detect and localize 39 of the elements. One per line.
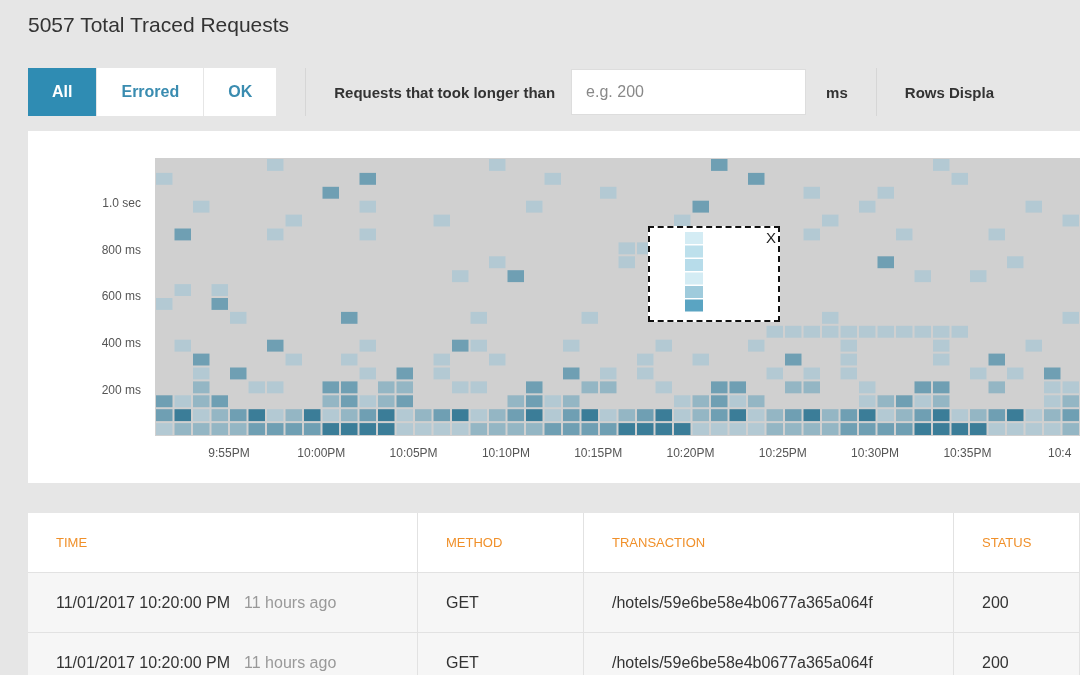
time-text: 11/01/2017 10:20:00 PM [56,653,231,672]
duration-input-field[interactable]: e.g. 200 [571,69,807,115]
table-cell: GET [418,633,584,675]
x-axis-label: 10:05PM [389,446,438,460]
x-axis-label: 10:35PM [943,446,992,460]
column-header: TIME [28,513,418,572]
table-cell: 200 [954,633,1080,675]
column-header: STATUS [954,513,1080,572]
x-axis-label: 10:25PM [758,446,807,460]
relative-time-text: 11 hours ago [244,593,337,612]
filter-tab[interactable]: OK [204,68,278,116]
column-header: METHOD [418,513,584,572]
table-cell: /hotels/59e6be58e4b0677a365a064f [584,573,954,632]
table-cell: 200 [954,573,1080,632]
duration-filter-label: Requests that took longer than [334,83,556,101]
page-title: 5057 Total Traced Requests [28,12,291,38]
x-axis-label: 10:10PM [481,446,530,460]
y-axis-label: 1.0 sec [102,196,141,210]
x-axis-label: 10:20PM [666,446,715,460]
table-cell: GET [418,573,584,632]
selection-box[interactable]: X [648,226,780,322]
column-header: TRANSACTION [584,513,954,572]
x-axis-label: 10:30PM [851,446,900,460]
close-selection-button[interactable]: X [766,230,776,246]
y-axis-label: 200 ms [101,382,141,397]
filter-tab[interactable]: All [28,68,98,116]
rows-displayed-label: Rows Displa [904,83,994,101]
unit-label: ms [826,83,848,101]
y-axis-label: 800 ms [101,242,141,257]
time-text: 11/01/2017 10:20:00 PM [56,593,231,612]
relative-time-text: 11 hours ago [244,653,337,672]
x-axis-label: 10:00PM [297,446,346,460]
y-axis-label: 600 ms [101,289,141,304]
x-axis-label: 10:4 [1048,446,1072,460]
filter-tab[interactable]: Errored [97,68,205,116]
table-cell: /hotels/59e6be58e4b0677a365a064f [584,633,954,675]
x-axis-label: 9:55PM [208,446,250,460]
y-axis-label: 400 ms [101,336,141,351]
x-axis-label: 10:15PM [574,446,623,460]
